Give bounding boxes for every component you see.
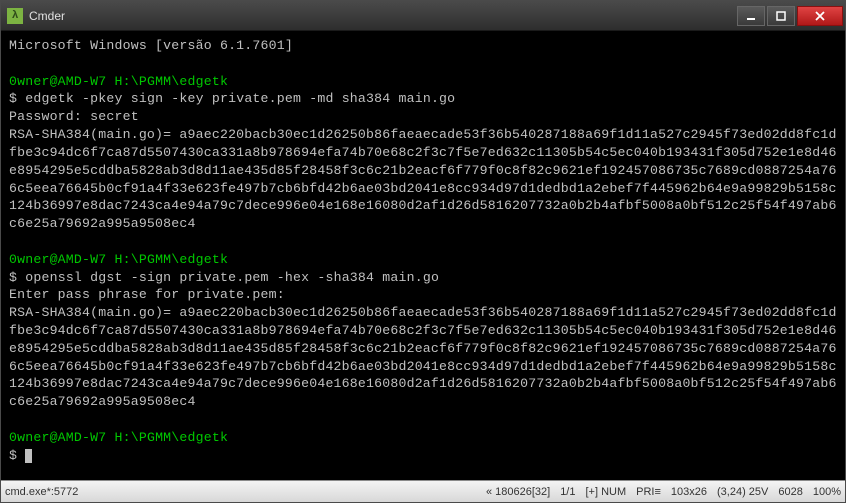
output-2: RSA-SHA384(main.go)= a9aec220bacb30ec1d2… — [9, 305, 837, 409]
minimize-button[interactable] — [737, 6, 765, 26]
terminal-area[interactable]: Microsoft Windows [versão 6.1.7601] 0wne… — [1, 31, 845, 480]
window-controls — [735, 6, 843, 26]
passphrase-line: Enter pass phrase for private.pem: — [9, 287, 285, 302]
prompt-user: 0wner@AMD-W7 — [9, 252, 106, 267]
output-1: RSA-SHA384(main.go)= a9aec220bacb30ec1d2… — [9, 127, 837, 231]
status-position: « 180626[32] — [486, 486, 550, 498]
app-icon: λ — [7, 8, 23, 24]
status-cursor: (3,24) 25V — [717, 486, 768, 498]
prompt-path: H:\PGMM\edgetk — [115, 252, 229, 267]
prompt-user: 0wner@AMD-W7 — [9, 74, 106, 89]
window-title: Cmder — [29, 9, 735, 23]
os-header: Microsoft Windows [versão 6.1.7601] — [9, 38, 293, 53]
password-line: Password: secret — [9, 109, 139, 124]
prompt-path: H:\PGMM\edgetk — [115, 74, 229, 89]
status-process[interactable]: cmd.exe*:5772 — [5, 486, 78, 498]
statusbar: cmd.exe*:5772 « 180626[32] 1/1 [+] NUM P… — [1, 480, 845, 502]
prompt-symbol: $ — [9, 91, 17, 106]
status-size: 103x26 — [671, 486, 707, 498]
status-mem: 6028 — [778, 486, 802, 498]
status-pct: 100% — [813, 486, 841, 498]
command-2: openssl dgst -sign private.pem -hex -sha… — [25, 270, 439, 285]
prompt-symbol: $ — [9, 448, 17, 463]
status-encoding: [+] NUM — [585, 486, 626, 498]
prompt-path: H:\PGMM\edgetk — [115, 430, 229, 445]
close-button[interactable] — [797, 6, 843, 26]
status-priority: PRI≡ — [636, 486, 661, 498]
app-window: λ Cmder Microsoft Windows [versão 6.1.76… — [0, 0, 846, 503]
cursor-icon — [25, 449, 32, 463]
maximize-button[interactable] — [767, 6, 795, 26]
prompt-user: 0wner@AMD-W7 — [9, 430, 106, 445]
titlebar[interactable]: λ Cmder — [1, 1, 845, 31]
prompt-symbol: $ — [9, 270, 17, 285]
command-1: edgetk -pkey sign -key private.pem -md s… — [25, 91, 455, 106]
status-lines: 1/1 — [560, 486, 575, 498]
